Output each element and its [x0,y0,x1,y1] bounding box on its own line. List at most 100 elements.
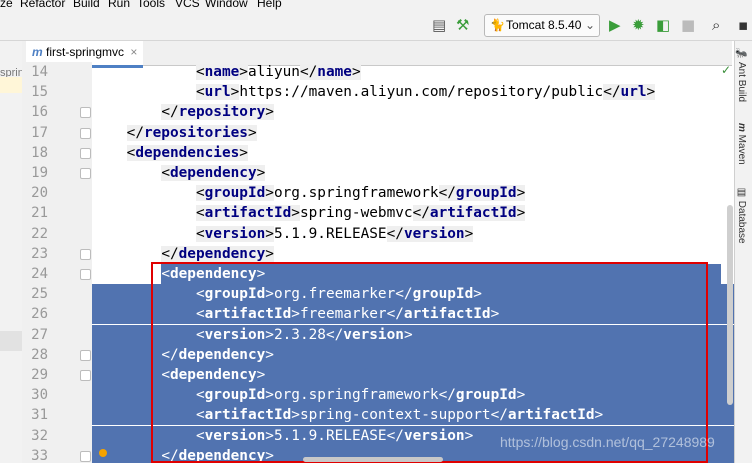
menu-refactor[interactable]: Refactor [20,0,65,10]
highlight-box [151,262,708,463]
right-tool-bar: 🐜 Ant Build m Maven ▤ Database [734,41,752,463]
run-config-label: Tomcat 8.5.40 [506,18,582,32]
fold-marker-icon[interactable] [80,127,91,139]
line-number: 26 [31,306,48,323]
line-number: 14 [31,64,48,80]
line-number: 22 [31,225,48,242]
line-number: 29 [31,367,48,383]
database-tab[interactable]: ▤ Database [736,187,747,244]
fold-marker-icon[interactable] [80,248,91,260]
main-toolbar: ▤ ⚒ 🐈 Tomcat 8.5.40 ⌄ ▶ ✹ ◧ ■ ⌕ ▪ [0,10,752,41]
settings-icon[interactable]: ▪ [738,10,748,40]
code-line[interactable]: <dependency> [92,163,734,183]
xml-text: spring-webmvc [299,205,413,222]
xml-tag: url [204,84,231,101]
xml-close-tag: repositories [143,124,248,141]
line-number: 21 [31,205,48,222]
line-number: 20 [31,185,48,202]
line-number: 28 [31,346,48,363]
xml-tag: groupId [204,185,266,202]
breakpoint-marker-icon[interactable] [99,449,107,457]
line-number: 18 [31,144,48,161]
maven-label: Maven [736,134,747,165]
code-line[interactable]: </repositories> [92,123,734,143]
xml-close-tag: dependency [178,245,266,262]
menu-build[interactable]: Build [73,0,100,10]
menu-bar: ze Refactor Build Run Tools VCS Window H… [0,0,752,10]
project-panel-row [0,331,22,351]
stop-icon[interactable]: ■ [681,10,695,40]
xml-close-tag: name [317,64,352,80]
build-hammer-icon[interactable]: ⚒ [456,10,469,40]
ant-build-label: Ant Build [736,62,747,103]
line-number: 17 [31,124,48,141]
line-number: 16 [31,104,48,121]
xml-tag: dependencies [135,144,240,161]
ant-build-tab[interactable]: 🐜 Ant Build [736,47,747,102]
menu-vcs[interactable]: VCS [175,0,200,10]
xml-close-tag: artifactId [429,205,517,222]
xml-tag: dependency [169,165,257,181]
tomcat-icon: 🐈 [490,18,505,32]
code-line[interactable]: <name>aliyun</name> [92,62,734,82]
maven-module-icon: m [32,45,43,59]
fold-marker-icon[interactable] [80,370,91,381]
code-line[interactable]: <groupId>org.springframework</groupId> [92,183,734,203]
run-config-select[interactable]: 🐈 Tomcat 8.5.40 ⌄ [484,14,600,37]
line-number: 32 [31,427,48,444]
xml-close-tag: repository [178,104,266,121]
database-icon: ▤ [736,187,747,201]
build-project-icon[interactable]: ▤ [432,10,446,40]
xml-text: org.springframework [273,185,439,202]
xml-text: aliyun [247,64,300,80]
project-panel: sprin [0,41,23,463]
menu-help[interactable]: Help [257,0,282,10]
database-label: Database [736,200,747,244]
menu-item[interactable]: ze [0,0,13,10]
xml-text: 5.1.9.RELEASE [273,225,387,242]
xml-tag: version [204,225,266,242]
code-line[interactable]: </dependency> [92,244,734,264]
maven-tab[interactable]: m Maven [736,123,747,165]
xml-tag: name [204,64,240,80]
project-panel-row [0,77,22,93]
code-line[interactable]: </repository> [92,102,734,122]
fold-marker-icon[interactable] [80,450,91,462]
fold-marker-icon[interactable] [80,349,91,361]
line-number: 25 [31,286,48,303]
line-number: 23 [31,245,48,262]
run-icon[interactable]: ▶ [609,10,621,40]
xml-tag: artifactId [204,205,292,222]
inspection-ok-icon: ✓ [721,63,732,77]
line-number: 27 [31,326,48,343]
chevron-down-icon: ⌄ [584,18,595,32]
ant-icon: 🐜 [736,47,747,62]
watermark: https://blog.csdn.net/qq_27248989 [500,434,715,450]
menu-tools[interactable]: Tools [137,0,165,10]
code-line[interactable]: <url>https://maven.aliyun.com/repository… [92,82,734,102]
xml-close-tag: groupId [455,185,517,202]
horizontal-scrollbar[interactable] [303,457,443,462]
code-line[interactable]: <version>5.1.9.RELEASE</version> [92,224,734,244]
line-number: 15 [31,84,48,101]
tab-label: first-springmvc [46,45,125,59]
search-icon[interactable]: ⌕ [712,10,720,40]
close-icon[interactable]: × [130,45,137,59]
line-number: 30 [31,387,48,404]
fold-marker-icon[interactable] [80,269,91,280]
fold-marker-icon[interactable] [80,147,91,159]
coverage-icon[interactable]: ◧ [656,10,670,40]
menu-window[interactable]: Window [205,0,248,10]
line-number: 24 [31,266,48,282]
fold-marker-icon[interactable] [80,107,91,119]
vertical-scrollbar[interactable] [727,205,733,405]
code-line[interactable]: <artifactId>spring-webmvc</artifactId> [92,203,734,223]
xml-text: https://maven.aliyun.com/repository/publ… [239,84,604,101]
fold-marker-icon[interactable] [80,168,91,179]
debug-icon[interactable]: ✹ [632,10,645,40]
menu-run[interactable]: Run [108,0,130,10]
maven-icon: m [736,123,747,135]
xml-close-tag: version [403,225,465,242]
line-number: 31 [31,407,48,424]
code-line[interactable]: <dependencies> [92,143,734,163]
